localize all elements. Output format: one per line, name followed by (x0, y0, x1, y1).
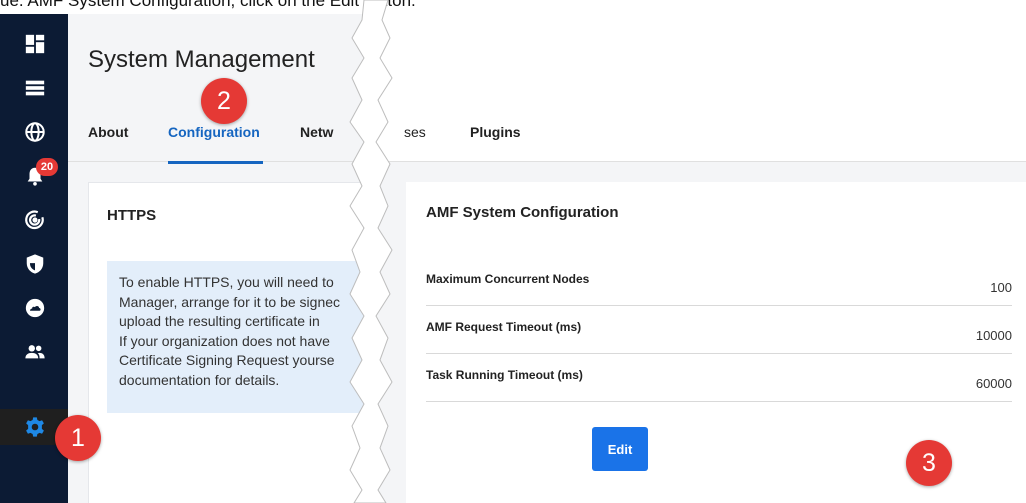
tab-about[interactable]: About (88, 124, 128, 140)
config-label: Task Running Timeout (ms) (426, 368, 583, 382)
tab-devices-fragment[interactable]: ses (404, 124, 426, 140)
right-panel: ses Plugins AMF System Configuration Max… (364, 14, 1026, 503)
shield-icon (26, 254, 44, 274)
radar-icon (25, 210, 44, 230)
tab-network[interactable]: Netw (300, 124, 333, 140)
https-info-line: To enable HTTPS, you will need to (119, 274, 334, 290)
config-value: 60000 (975, 376, 1012, 391)
step-marker-3: 3 (906, 440, 952, 486)
https-info-line: documentation for details. (119, 371, 280, 388)
https-card: HTTPS To enable HTTPS, you will need to … (88, 182, 364, 503)
tab-configuration[interactable]: Configuration (168, 124, 260, 140)
list-icon (25, 80, 45, 96)
instruction-caption: ue. AMF System Configuration, click on t… (0, 0, 416, 10)
nav-security[interactable] (0, 246, 68, 282)
https-info-line: upload the resulting certificate in (119, 313, 320, 329)
step-marker-1: 1 (55, 415, 101, 461)
https-info-line: Manager, arrange for it to be signec (119, 293, 341, 310)
config-row: Task Running Timeout (ms) 60000 (426, 354, 1012, 402)
tab-plugins[interactable]: Plugins (470, 124, 521, 140)
nav-radar[interactable] (0, 202, 68, 238)
step-marker-2: 2 (201, 78, 247, 124)
config-value: 100 (990, 280, 1012, 295)
edit-button[interactable]: Edit (592, 427, 648, 471)
config-label: Maximum Concurrent Nodes (426, 272, 590, 286)
amf-card-title: AMF System Configuration (426, 204, 619, 221)
https-info-box: To enable HTTPS, you will need to Manage… (107, 261, 364, 413)
right-header: ses Plugins (364, 14, 1026, 162)
https-card-title: HTTPS (107, 207, 157, 224)
gear-icon (26, 417, 44, 437)
nav-globe[interactable] (0, 114, 68, 150)
nav-list[interactable] (0, 70, 68, 106)
nav-dashboard[interactable] (0, 26, 68, 62)
page-title: System Management (88, 46, 315, 73)
dashboard-icon (25, 34, 45, 54)
config-row: AMF Request Timeout (ms) 10000 (426, 306, 1012, 354)
cloud-icon (25, 298, 45, 318)
config-label: AMF Request Timeout (ms) (426, 320, 582, 334)
config-value: 10000 (975, 328, 1012, 343)
config-row: Maximum Concurrent Nodes 100 (426, 258, 1012, 306)
globe-icon (25, 122, 45, 142)
users-icon (25, 345, 45, 359)
nav-cloud[interactable] (0, 290, 68, 326)
https-info-line: If your organization does not have (119, 332, 330, 349)
active-tab-indicator (168, 161, 263, 164)
https-info-line: Certificate Signing Request yourse (119, 352, 335, 368)
nav-users[interactable] (0, 334, 68, 370)
alarm-count-badge: 20 (36, 158, 58, 176)
nav-alarms[interactable]: 20 (0, 158, 68, 194)
